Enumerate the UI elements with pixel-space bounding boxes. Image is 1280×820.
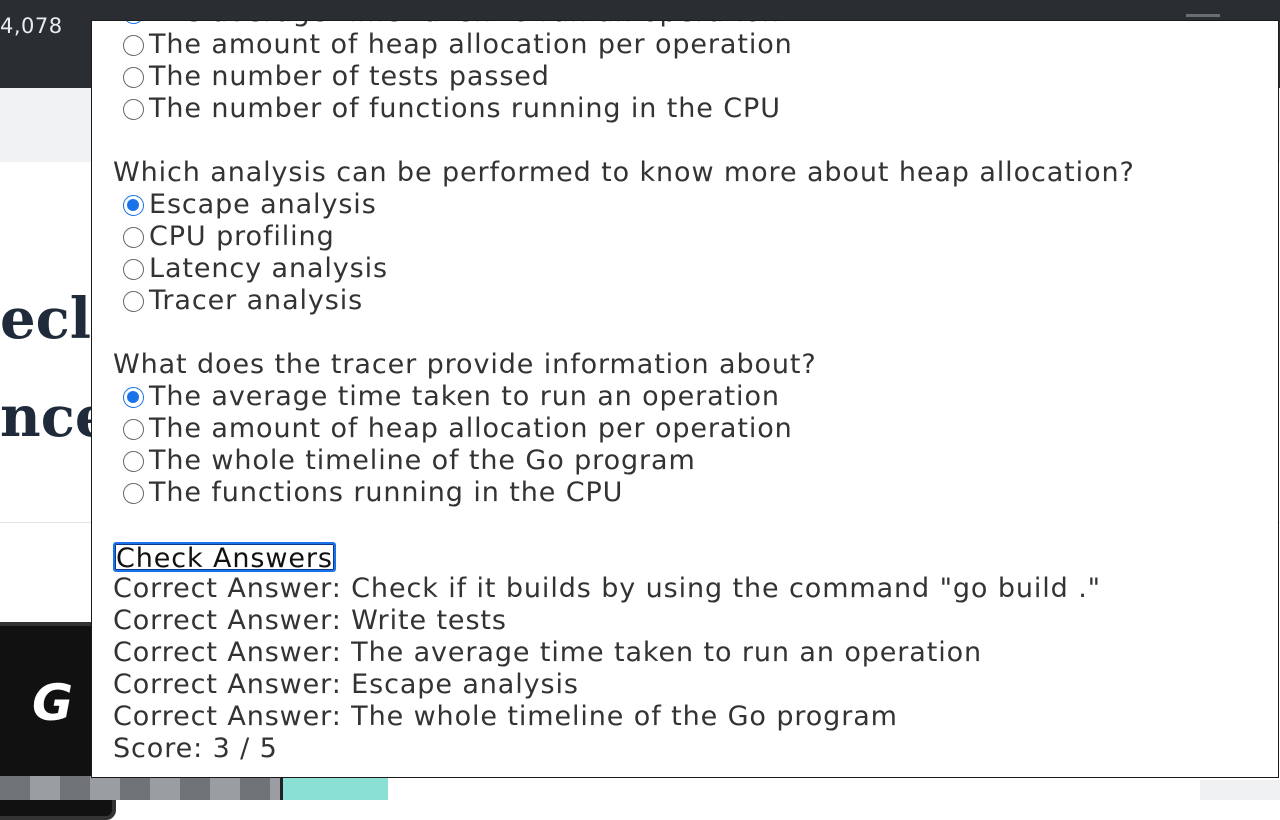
radio-button[interactable] [123, 21, 144, 24]
background-logo-text: G [32, 674, 74, 732]
radio-option[interactable]: The number of functions running in the C… [123, 93, 1278, 125]
option-label: The whole timeline of the Go program [149, 445, 696, 476]
score-text: Score: 3 / 5 [113, 733, 278, 764]
radio-button[interactable] [123, 66, 144, 88]
radio-option[interactable]: The amount of heap allocation per operat… [123, 413, 1278, 445]
radio-option[interactable]: The average time taken to run an operati… [123, 381, 1278, 413]
question-block-heap: Which analysis can be performed to know … [113, 157, 1278, 317]
option-label: The amount of heap allocation per operat… [149, 413, 793, 444]
radio-button[interactable] [123, 386, 144, 408]
check-answers-button[interactable]: Check Answers [113, 542, 336, 574]
radio-option[interactable]: Latency analysis [123, 253, 1278, 285]
radio-button[interactable] [123, 258, 144, 280]
radio-button[interactable] [123, 482, 144, 504]
background-counter: 4,078 [0, 14, 63, 38]
radio-option[interactable]: The functions running in the CPU [123, 477, 1278, 509]
radio-button[interactable] [123, 194, 144, 216]
radio-option[interactable]: The number of tests passed [123, 61, 1278, 93]
radio-button[interactable] [123, 34, 144, 56]
radio-option[interactable]: The average time taken to run an operati… [123, 21, 1278, 29]
radio-button[interactable] [123, 290, 144, 312]
question-text: Which analysis can be performed to know … [113, 157, 1135, 188]
result-line: Correct Answer: Check if it builds by us… [113, 573, 1102, 604]
option-label: CPU profiling [149, 221, 335, 252]
radio-option[interactable]: The amount of heap allocation per operat… [123, 29, 1278, 61]
radio-option[interactable]: CPU profiling [123, 221, 1278, 253]
background-stripes [0, 776, 290, 800]
option-label: The functions running in the CPU [149, 477, 624, 508]
question-block-tracer: What does the tracer provide information… [113, 349, 1278, 509]
result-line: Correct Answer: The average time taken t… [113, 637, 983, 668]
radio-button[interactable] [123, 418, 144, 440]
option-label: The number of functions running in the C… [149, 93, 781, 124]
partial-question-options: The average time taken to run an operati… [113, 21, 1278, 125]
radio-option[interactable]: Escape analysis [123, 189, 1278, 221]
quiz-content: The average time taken to run an operati… [113, 21, 1278, 765]
option-label: The average time taken to run an operati… [149, 21, 780, 29]
option-label: Latency analysis [149, 253, 389, 284]
radio-option[interactable]: The whole timeline of the Go program [123, 445, 1278, 477]
option-label: Escape analysis [149, 189, 377, 220]
radio-option[interactable]: Tracer analysis [123, 285, 1278, 317]
radio-button[interactable] [123, 226, 144, 248]
result-line: Correct Answer: Write tests [113, 605, 507, 636]
result-line: Correct Answer: The whole timeline of th… [113, 701, 898, 732]
option-label: The amount of heap allocation per operat… [149, 29, 793, 60]
result-line: Correct Answer: Escape analysis [113, 669, 579, 700]
option-label: The average time taken to run an operati… [149, 381, 780, 412]
check-row: Check Answers [113, 541, 1278, 574]
radio-button[interactable] [123, 98, 144, 120]
option-label: The number of tests passed [149, 61, 550, 92]
background-right-strip [1200, 780, 1280, 800]
option-label: Tracer analysis [149, 285, 364, 316]
radio-button[interactable] [123, 450, 144, 472]
question-text: What does the tracer provide information… [113, 349, 817, 380]
quiz-popup: The average time taken to run an operati… [91, 20, 1279, 778]
results-list: Correct Answer: Check if it builds by us… [113, 573, 1278, 765]
